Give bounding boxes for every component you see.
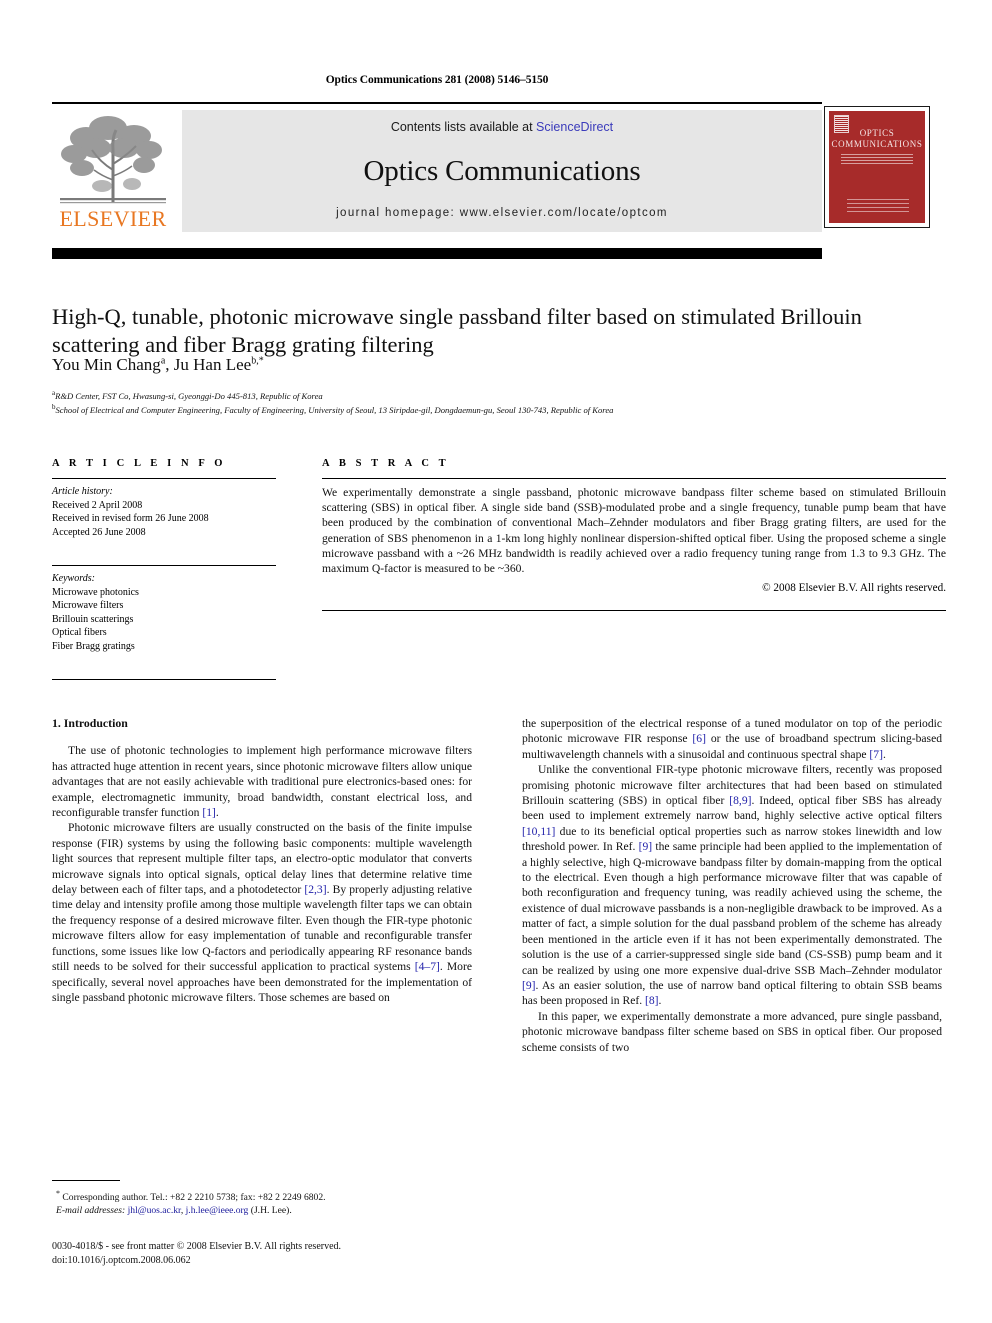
email-note: E-mail addresses: jhl@uos.ac.kr, j.h.lee…: [52, 1204, 472, 1217]
journal-homepage-line[interactable]: journal homepage: www.elsevier.com/locat…: [182, 207, 822, 219]
footnote-block: * Corresponding author. Tel.: +82 2 2210…: [52, 1180, 472, 1217]
body-paragraph: Photonic microwave filters are usually c…: [52, 821, 472, 1004]
page-title: High-Q, tunable, photonic microwave sing…: [52, 304, 862, 358]
affiliation-a: aR&D Center, FST Co, Hwasung-si, Gyeongg…: [52, 388, 942, 402]
masthead-black-rule: [52, 248, 822, 259]
citation-ref[interactable]: [7]: [869, 748, 883, 761]
affiliation-a-text: R&D Center, FST Co, Hwasung-si, Gyeonggi…: [55, 390, 323, 401]
imprint-doi[interactable]: doi:10.1016/j.optcom.2008.06.062: [52, 1254, 482, 1268]
citation-ref[interactable]: [10,11]: [522, 825, 555, 838]
body-column-right: the superposition of the electrical resp…: [522, 716, 942, 1055]
email-suffix: (J.H. Lee).: [248, 1205, 292, 1217]
citation-ref[interactable]: [9]: [522, 979, 536, 992]
body-paragraph: In this paper, we experimentally demonst…: [522, 1009, 942, 1054]
keywords-rule: Keywords: Microwave photonics Microwave …: [52, 565, 276, 653]
cover-title: OPTICS COMMUNICATIONS: [829, 128, 925, 150]
email-addresses-label: E-mail addresses:: [56, 1205, 126, 1217]
article-info-block: A R T I C L E I N F O Article history: R…: [52, 458, 276, 680]
email-link-2[interactable]: j.h.lee@ieee.org: [186, 1205, 249, 1216]
article-info-bottom-rule: [52, 679, 276, 680]
contents-available-line: Contents lists available at ScienceDirec…: [182, 120, 822, 134]
citation-ref[interactable]: [8,9]: [729, 794, 751, 807]
sciencedirect-link[interactable]: ScienceDirect: [536, 120, 613, 134]
corresponding-author-note: * Corresponding author. Tel.: +82 2 2210…: [52, 1187, 472, 1204]
cover-title-line-1: OPTICS: [859, 128, 895, 138]
footnote-marker: *: [56, 1189, 60, 1198]
article-history-revised: Received in revised form 26 June 2008: [52, 513, 209, 524]
cover-subtitle-lines: [841, 154, 913, 164]
keyword-item: Fiber Bragg gratings: [52, 640, 135, 652]
journal-cover-inner: OPTICS COMMUNICATIONS: [828, 110, 926, 224]
abstract-copyright: © 2008 Elsevier B.V. All rights reserved…: [762, 582, 946, 595]
cover-footer-logo: [847, 199, 909, 215]
cover-title-line-2: COMMUNICATIONS: [831, 139, 923, 149]
journal-cover-thumbnail: OPTICS COMMUNICATIONS: [824, 106, 930, 228]
affiliation-b: bSchool of Electrical and Computer Engin…: [52, 402, 942, 416]
article-history-accepted: Accepted 26 June 2008: [52, 526, 146, 538]
keywords-label: Keywords:: [52, 573, 95, 584]
citation-ref[interactable]: [1]: [202, 806, 216, 819]
section-heading-introduction: 1. Introduction: [52, 716, 128, 730]
abstract-block: A B S T R A C T We experimentally demons…: [322, 458, 946, 612]
keyword-item: Optical fibers: [52, 627, 107, 638]
body-paragraph: the superposition of the electrical resp…: [522, 717, 943, 761]
contents-prefix: Contents lists available at: [390, 120, 537, 134]
body-column-left: 1. Introduction The use of photonic tech…: [52, 716, 472, 1005]
abstract-text: We experimentally demonstrate a single p…: [322, 486, 946, 576]
keyword-item: Brillouin scatterings: [52, 613, 134, 625]
citation-ref[interactable]: [4–7]: [415, 960, 440, 973]
elsevier-tree-icon: [60, 116, 166, 204]
article-history-received: Received 2 April 2008: [52, 499, 143, 511]
author-name-1: You Min Chang: [52, 355, 161, 374]
affiliations: aR&D Center, FST Co, Hwasung-si, Gyeongg…: [52, 388, 942, 417]
author-name-2: Ju Han Lee: [173, 355, 252, 374]
article-info-heading: A R T I C L E I N F O: [52, 458, 227, 469]
imprint-block: 0030-4018/$ - see front matter © 2008 El…: [52, 1240, 482, 1267]
citation-ref[interactable]: [2,3]: [304, 883, 326, 896]
footnote-rule: [52, 1180, 120, 1181]
keyword-item: Microwave photonics: [52, 586, 139, 598]
abstract-rule: We experimentally demonstrate a single p…: [322, 478, 946, 594]
elsevier-logo: ELSEVIER: [52, 110, 174, 232]
journal-title: Optics Communications: [363, 155, 641, 187]
imprint-line-1: 0030-4018/$ - see front matter © 2008 El…: [52, 1241, 342, 1252]
body-paragraph: The use of photonic technologies to impl…: [52, 744, 472, 820]
body-paragraph: Unlike the conventional FIR-type photoni…: [522, 763, 942, 1008]
masthead-inner: ELSEVIER Contents lists available at Sci…: [52, 108, 822, 232]
elsevier-wordmark: ELSEVIER: [59, 206, 167, 231]
paper-page: Optics Communications 281 (2008) 5146–51…: [0, 0, 992, 1323]
affiliation-b-text: School of Electrical and Computer Engine…: [55, 405, 614, 416]
abstract-heading: A B S T R A C T: [322, 458, 450, 469]
author-separator: ,: [165, 355, 174, 374]
keyword-item: Microwave filters: [52, 600, 124, 611]
running-head: Optics Communications 281 (2008) 5146–51…: [325, 74, 549, 86]
citation-ref[interactable]: [6]: [692, 732, 706, 745]
author-2-affil-mark: b,*: [251, 355, 264, 367]
citation-ref[interactable]: [9]: [639, 840, 653, 853]
article-history-label: Article history:: [52, 486, 113, 497]
author-list: You Min Changa, Ju Han Leeb,*: [52, 355, 942, 375]
abstract-bottom-rule: [322, 610, 946, 612]
citation-ref[interactable]: [8]: [645, 994, 659, 1007]
article-info-rule: Article history: Received 2 April 2008 R…: [52, 478, 276, 539]
masthead-grey-band: Contents lists available at ScienceDirec…: [182, 110, 822, 232]
email-link-1[interactable]: jhl@uos.ac.kr: [128, 1205, 181, 1216]
journal-masthead: ELSEVIER Contents lists available at Sci…: [52, 102, 822, 232]
corresponding-author-text: Corresponding author. Tel.: +82 2 2210 5…: [62, 1192, 326, 1204]
